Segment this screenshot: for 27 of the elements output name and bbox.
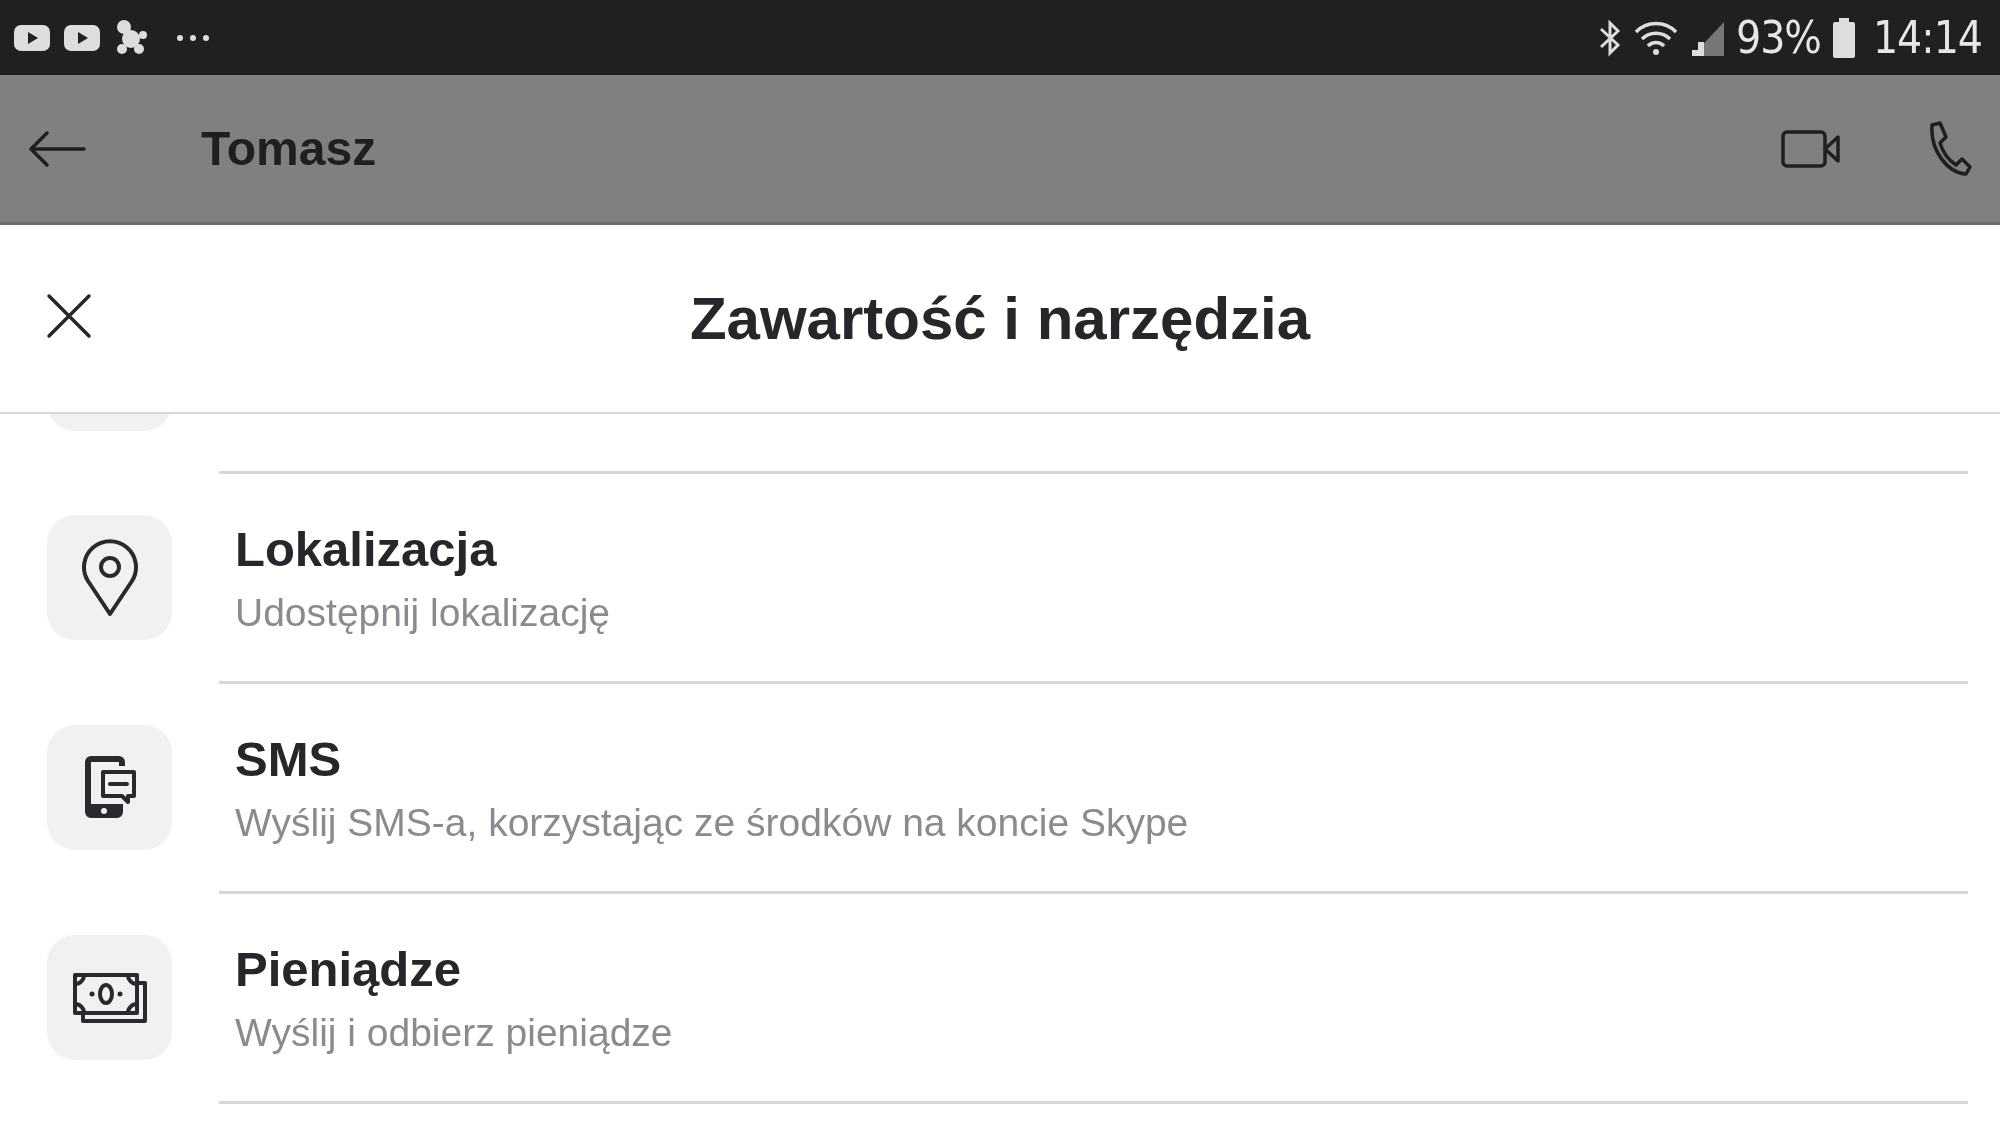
clock: 14:14 bbox=[1872, 12, 1982, 63]
back-arrow-icon bbox=[28, 130, 86, 167]
menu-item[interactable]: SMS Wyślij SMS-a, korzystając ze środków na koncie Skype bbox=[0, 684, 2000, 891]
sheet-title: Zawartość i narzędzia bbox=[689, 284, 1311, 353]
close-icon bbox=[46, 293, 92, 339]
wifi-icon bbox=[1633, 19, 1678, 56]
battery-icon bbox=[1832, 17, 1855, 58]
video-app-icon bbox=[14, 24, 50, 51]
item-subtitle: Wyślij i odbierz pieniądze bbox=[235, 1010, 673, 1055]
video-call-button[interactable] bbox=[1781, 128, 1841, 169]
close-button[interactable] bbox=[46, 293, 92, 339]
item-subtitle: Udostępnij lokalizację bbox=[235, 590, 611, 635]
item-subtitle: Wyślij SMS-a, korzystając ze środków na koncie Skype bbox=[235, 800, 1189, 845]
chat-title: Tomasz bbox=[201, 121, 378, 176]
video-app-icon bbox=[64, 24, 100, 51]
back-button[interactable] bbox=[28, 130, 86, 167]
menu-item[interactable]: Pieniądze Wyślij i odbierz pieniądze bbox=[0, 894, 2000, 1101]
item-title: Pieniądze bbox=[235, 940, 463, 997]
battery-percentage: 93% bbox=[1735, 12, 1821, 63]
menu-item[interactable]: Lokalizacja Udostępnij lokalizację bbox=[0, 474, 2000, 681]
item-title: SMS bbox=[235, 730, 343, 787]
item-title: Lokalizacja bbox=[235, 520, 498, 577]
video-camera-icon bbox=[1781, 128, 1841, 169]
location-pin-icon bbox=[80, 538, 139, 617]
bluetooth-icon bbox=[1597, 17, 1622, 58]
more-icon bbox=[176, 33, 210, 42]
banknote-icon bbox=[71, 971, 148, 1024]
